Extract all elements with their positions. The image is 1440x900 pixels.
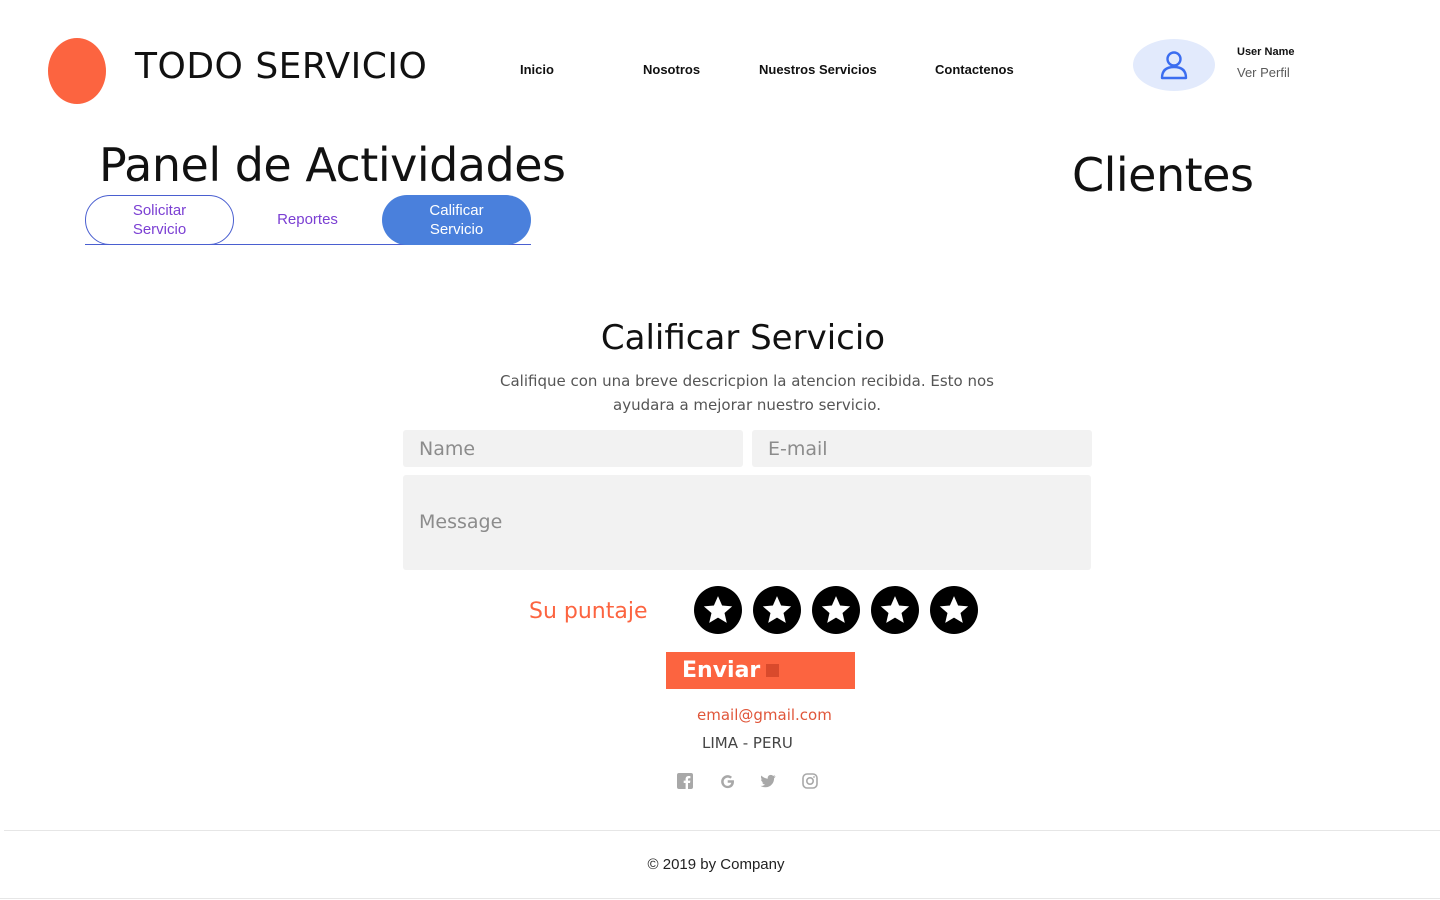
tab-label: Reportes <box>277 211 338 228</box>
page-title: Panel de Actividades <box>99 138 566 192</box>
star-icon <box>821 596 851 623</box>
star-icon <box>703 596 733 623</box>
form-description: Califique con una breve descricpion la a… <box>500 372 994 414</box>
contact-email[interactable]: email@gmail.com <box>697 706 832 724</box>
star-icon <box>762 596 792 623</box>
tab-label: Solicitar Servicio <box>132 202 187 238</box>
user-name: User Name <box>1237 46 1295 58</box>
star-rating-2[interactable] <box>753 586 801 634</box>
footer-divider-bottom <box>0 898 1440 899</box>
star-rating-1[interactable] <box>694 586 742 634</box>
nav-nuestros-servicios[interactable]: Nuestros Servicios <box>759 62 877 77</box>
brand-title: TODO SERVICIO <box>135 46 428 87</box>
clientes-title: Clientes <box>1072 148 1254 202</box>
submit-button-square <box>766 664 779 677</box>
email-field[interactable] <box>752 430 1092 467</box>
star-icon <box>939 596 969 623</box>
twitter-icon[interactable] <box>759 772 777 790</box>
submit-button[interactable]: Enviar <box>666 652 855 689</box>
form-title: Calificar Servicio <box>600 318 886 358</box>
star-rating-3[interactable] <box>812 586 860 634</box>
tab-reportes[interactable]: Reportes <box>233 195 382 244</box>
tab-calificar-servicio[interactable]: Calificar Servicio <box>382 195 531 245</box>
star-rating-4[interactable] <box>871 586 919 634</box>
user-icon <box>1160 51 1188 80</box>
avatar[interactable] <box>1133 39 1215 91</box>
name-field[interactable] <box>403 430 743 467</box>
contact-location: LIMA - PERU <box>702 734 793 752</box>
facebook-icon[interactable] <box>676 772 694 790</box>
star-rating-5[interactable] <box>930 586 978 634</box>
google-icon[interactable] <box>718 772 736 790</box>
nav-contactenos[interactable]: Contactenos <box>935 62 1014 77</box>
message-field[interactable] <box>403 475 1091 570</box>
logo-circle <box>48 38 106 104</box>
footer-divider <box>4 830 1440 831</box>
instagram-icon[interactable] <box>801 772 819 790</box>
nav-nosotros[interactable]: Nosotros <box>643 62 700 77</box>
tab-label: Calificar Servicio <box>429 202 484 238</box>
star-icon <box>880 596 910 623</box>
nav-inicio[interactable]: Inicio <box>520 62 554 77</box>
view-profile-link[interactable]: Ver Perfil <box>1237 65 1290 80</box>
footer-copyright: © 2019 by Company <box>647 856 785 873</box>
tab-solicitar-servicio[interactable]: Solicitar Servicio <box>85 195 234 245</box>
score-label: Su puntaje <box>529 599 648 624</box>
